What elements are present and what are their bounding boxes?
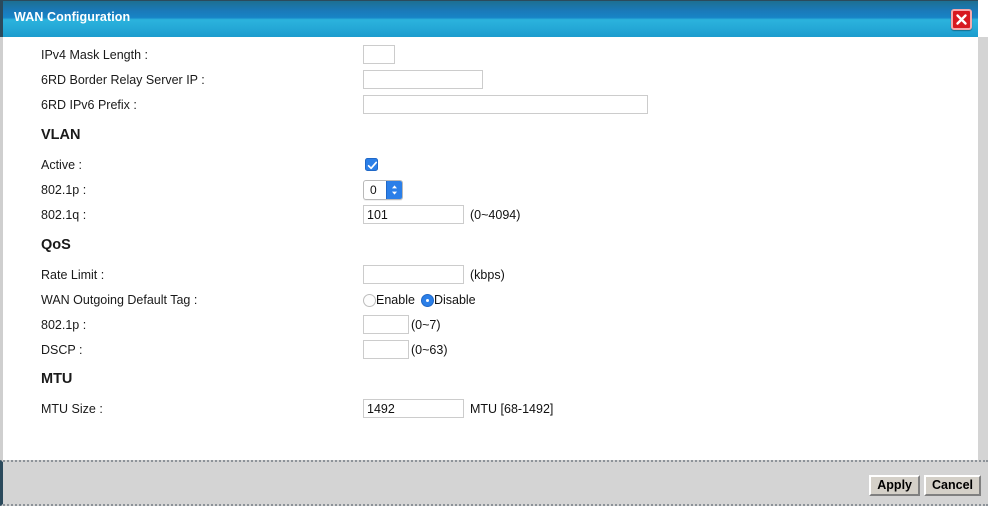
hint-qos-dscp: (0~63) xyxy=(411,343,448,357)
qos-rate-limit-input[interactable] xyxy=(363,265,464,284)
row-qos-wan-outgoing-default-tag: WAN Outgoing Default Tag : Enable Disabl… xyxy=(3,290,973,315)
label-vlan-dot1p: 802.1p : xyxy=(41,183,87,197)
chevron-up-down-glyph xyxy=(392,185,397,195)
row-vlan-active: Active : xyxy=(3,155,973,180)
vlan-dot1p-select[interactable]: 0 xyxy=(363,180,403,200)
mtu-size-input[interactable] xyxy=(363,399,464,418)
label-vlan-dot1q: 802.1q : xyxy=(41,208,87,222)
vlan-dot1q-input[interactable] xyxy=(363,205,464,224)
label-qos-wan-outgoing-default-tag: WAN Outgoing Default Tag : xyxy=(41,293,198,307)
hint-qos-dot1p: (0~7) xyxy=(411,318,441,332)
row-mtu-size: MTU Size : MTU [68-1492] xyxy=(3,399,973,424)
row-6rd-ipv6-prefix: 6RD IPv6 Prefix : xyxy=(3,95,973,120)
row-qos-dot1p: 802.1p : (0~7) xyxy=(3,315,973,340)
label-mtu-size: MTU Size : xyxy=(41,402,103,416)
radio-disable[interactable] xyxy=(420,293,434,307)
qos-dscp-input[interactable] xyxy=(363,340,409,359)
cancel-button[interactable]: Cancel xyxy=(924,475,981,496)
dialog-titlebar: WAN Configuration xyxy=(0,0,978,37)
row-vlan-dot1p: 802.1p : 0 xyxy=(3,180,973,205)
label-qos-rate-limit: Rate Limit : xyxy=(41,268,105,282)
radio-enable[interactable] xyxy=(363,293,376,307)
dialog-footer: Apply Cancel xyxy=(0,460,988,506)
section-title-vlan: VLAN xyxy=(41,127,81,143)
row-qos-rate-limit: Rate Limit : (kbps) xyxy=(3,265,973,290)
label-qos-dscp: DSCP : xyxy=(41,343,83,357)
label-qos-dot1p: 802.1p : xyxy=(41,318,87,332)
checkmark-icon xyxy=(367,161,378,170)
hint-qos-rate-limit: (kbps) xyxy=(470,268,505,282)
label-6rd-border-relay-server-ip: 6RD Border Relay Server IP : xyxy=(41,73,205,87)
row-6rd-border-relay-server-ip: 6RD Border Relay Server IP : xyxy=(3,70,973,95)
wan-configuration-dialog: WAN Configuration IPv4 Mask Length : 6RD… xyxy=(0,0,988,506)
row-qos-dscp: DSCP : (0~63) xyxy=(3,340,973,365)
hint-mtu-size: MTU [68-1492] xyxy=(470,402,554,416)
label-ipv4-mask-length: IPv4 Mask Length : xyxy=(41,48,149,62)
dialog-title: WAN Configuration xyxy=(14,10,131,24)
ipv4-mask-length-input[interactable] xyxy=(363,45,395,64)
close-x-glyph xyxy=(956,14,967,25)
dialog-body: IPv4 Mask Length : 6RD Border Relay Serv… xyxy=(0,37,978,460)
label-vlan-active: Active : xyxy=(41,158,82,172)
apply-button[interactable]: Apply xyxy=(869,475,920,496)
vlan-active-checkbox[interactable] xyxy=(365,158,378,171)
qos-dot1p-input[interactable] xyxy=(363,315,409,334)
section-title-mtu: MTU xyxy=(41,371,73,387)
6rd-border-relay-server-ip-input[interactable] xyxy=(363,70,483,89)
section-title-qos: QoS xyxy=(41,237,71,253)
vlan-dot1p-select-value: 0 xyxy=(370,183,377,197)
window-right-gutter xyxy=(978,37,988,460)
6rd-ipv6-prefix-input[interactable] xyxy=(363,95,648,114)
label-6rd-ipv6-prefix: 6RD IPv6 Prefix : xyxy=(41,98,137,112)
qos-wan-outgoing-default-tag-radiogroup: Enable Disable xyxy=(363,293,482,307)
chevron-up-down-icon[interactable] xyxy=(386,181,402,199)
radio-disable-label[interactable]: Disable xyxy=(434,293,476,307)
hint-vlan-dot1q: (0~4094) xyxy=(470,208,521,222)
row-ipv4-mask-length: IPv4 Mask Length : xyxy=(3,45,973,70)
radio-enable-label[interactable]: Enable xyxy=(376,293,415,307)
close-icon[interactable] xyxy=(951,9,972,30)
row-vlan-dot1q: 802.1q : (0~4094) xyxy=(3,205,973,230)
